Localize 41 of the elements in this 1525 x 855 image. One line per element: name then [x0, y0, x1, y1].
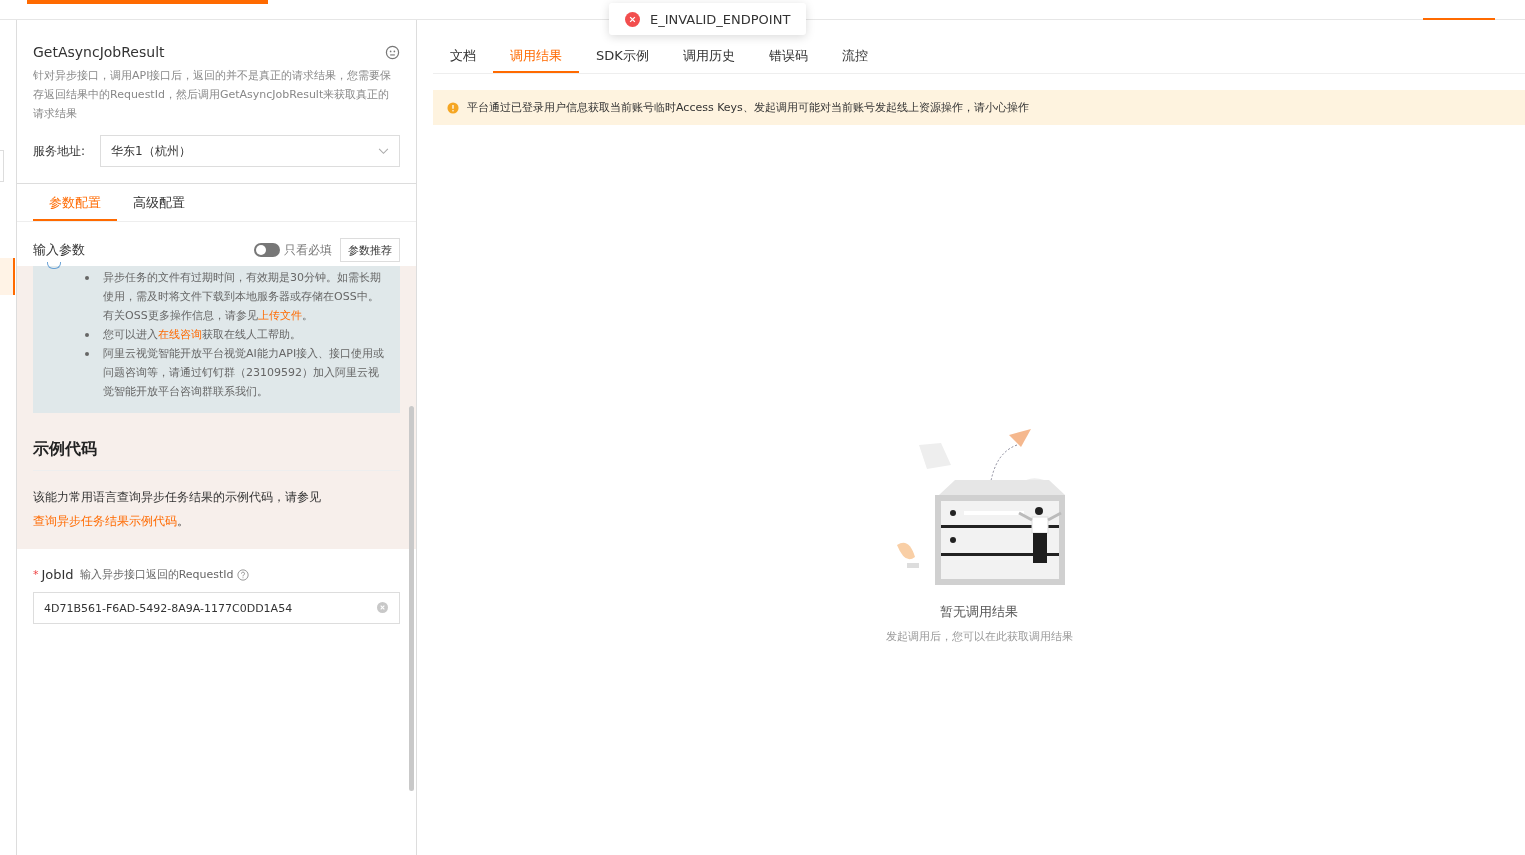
chevron-down-icon: [378, 147, 389, 155]
endpoint-label: 服务地址:: [33, 142, 87, 160]
feedback-face-icon[interactable]: [385, 44, 400, 60]
info-icon: [47, 262, 61, 269]
bullet-icon: [85, 333, 89, 337]
clear-icon[interactable]: [377, 602, 388, 613]
note-text: 异步任务的文件有过期时间，有效期是30分钟。如需长期使用，需及时将文件下载到本地服务器或存储在OSS中。有关OSS更多操作信息，请参见上传文件。: [103, 270, 382, 324]
api-description: 针对异步接口，调用API接口后，返回的并不是真正的请求结果，您需要保存返回结果中的RequestId，然后调用GetAsyncJobResult来获取真正的请求结果: [33, 68, 393, 122]
toast-message: E_INVALID_ENDPOINT: [650, 11, 791, 27]
result-tab[interactable]: 流控: [824, 40, 885, 73]
result-tab[interactable]: 调用历史: [665, 40, 752, 73]
note-text: 阿里云视觉智能开放平台视觉AI能力API接入、接口使用或问题咨询等，请通过钉钉群（23109592）加入阿里云视觉智能开放平台咨询群联系我们。: [103, 346, 386, 400]
endpoint-select[interactable]: 华东1（杭州）: [100, 135, 400, 167]
note-text: 您可以进入在线咨询获取在线人工帮助。: [103, 327, 302, 343]
section-heading: 示例代码: [33, 413, 400, 471]
tab-underline: [1423, 18, 1495, 20]
warning-text: 平台通过已登录用户信息获取当前账号临时Access Keys、发起调用可能对当前账号发起线上资源操作，请小心操作: [467, 100, 1029, 115]
recommend-button[interactable]: 参数推荐: [340, 238, 400, 262]
sidebar-item[interactable]: [0, 258, 15, 295]
result-tab[interactable]: SDK示例: [579, 40, 666, 73]
help-icon[interactable]: [236, 568, 249, 581]
scrollbar[interactable]: [409, 406, 414, 791]
api-name: GetAsyncJobResult: [33, 44, 165, 60]
required-mark: *: [33, 568, 39, 581]
error-icon: [625, 11, 640, 27]
result-tab[interactable]: 文档: [433, 40, 493, 73]
bullet-icon: [85, 352, 89, 356]
input-field[interactable]: [0, 150, 4, 182]
toggle-switch[interactable]: [254, 243, 280, 257]
toggle-label: 只看必填: [284, 241, 332, 259]
field-label: JobId: [41, 567, 74, 582]
empty-title: 暂无调用结果: [940, 603, 1018, 621]
job-id-field[interactable]: 4D71B561-F6AD-5492-8A9A-1177C0DD1A54: [33, 592, 400, 624]
field-hint: 输入异步接口返回的RequestId: [79, 567, 234, 582]
empty-subtitle: 发起调用后，您可以在此获取调用结果: [885, 629, 1073, 644]
bullet-icon: [85, 276, 89, 280]
section-title: 输入参数: [33, 241, 85, 259]
result-tab[interactable]: 错误码: [751, 40, 825, 73]
paragraph: 该能力常用语言查询异步任务结果的示例代码，请参见 查询异步任务结果示例代码。: [33, 489, 322, 530]
warning-icon: [447, 101, 459, 114]
config-tab[interactable]: 高级配置: [117, 184, 201, 221]
